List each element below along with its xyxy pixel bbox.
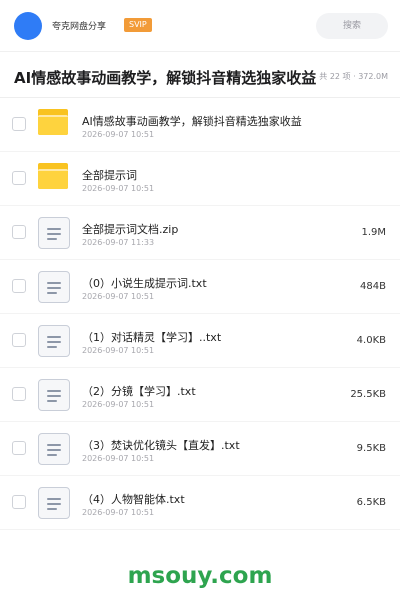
file-name[interactable]: （2）分镜【学习】.txt — [82, 383, 196, 399]
folder-icon — [38, 109, 70, 139]
file-row[interactable]: （2）分镜【学习】.txt 2026-09-07 10:51 25.5KB — [0, 368, 400, 422]
file-name[interactable]: 全部提示词 — [82, 167, 137, 183]
file-size: 25.5KB — [350, 389, 386, 400]
file-row[interactable]: 全部提示词文档.zip 2026-09-07 11:33 1.9M — [0, 206, 400, 260]
document-icon — [38, 325, 70, 357]
file-row[interactable]: （3）焚诀优化镜头【直发】.txt 2026-09-07 10:51 9.5KB — [0, 422, 400, 476]
file-date: 2026-09-07 10:51 — [82, 400, 155, 409]
file-date: 2026-09-07 10:51 — [82, 454, 155, 463]
svip-badge: SVIP — [124, 18, 152, 32]
avatar[interactable] — [14, 12, 42, 40]
file-date: 2026-09-07 10:51 — [82, 130, 155, 139]
header: 夸克网盘分享 SVIP 搜索 — [0, 0, 400, 52]
file-name[interactable]: （3）焚诀优化镜头【直发】.txt — [82, 437, 240, 453]
document-icon — [38, 379, 70, 411]
folder-icon — [38, 163, 70, 193]
document-icon — [38, 487, 70, 519]
page-title: AI情感故事动画教学，解锁抖音精选独家收益 — [14, 69, 317, 87]
file-row[interactable]: （1）对话精灵【学习】..txt 2026-09-07 10:51 4.0KB — [0, 314, 400, 368]
file-name[interactable]: （1）对话精灵【学习】..txt — [82, 329, 221, 345]
file-row[interactable]: （0）小说生成提示词.txt 2026-09-07 10:51 484B — [0, 260, 400, 314]
file-size: 1.9M — [361, 227, 386, 238]
file-date: 2026-09-07 10:51 — [82, 508, 155, 517]
file-list: AI情感故事动画教学，解锁抖音精选独家收益 2026-09-07 10:51 全… — [0, 98, 400, 530]
file-size: 484B — [360, 281, 386, 292]
file-name[interactable]: （0）小说生成提示词.txt — [82, 275, 207, 291]
file-date: 2026-09-07 11:33 — [82, 238, 155, 247]
row-checkbox[interactable] — [12, 495, 26, 509]
file-row[interactable]: 全部提示词 2026-09-07 10:51 — [0, 152, 400, 206]
file-date: 2026-09-07 10:51 — [82, 346, 155, 355]
watermark: msouy.com — [127, 563, 273, 589]
share-meta: 共 22 项 · 372.0M — [317, 71, 388, 82]
row-checkbox[interactable] — [12, 279, 26, 293]
file-name[interactable]: 全部提示词文档.zip — [82, 221, 178, 237]
search-button[interactable]: 搜索 — [316, 13, 388, 39]
file-size: 4.0KB — [356, 335, 386, 346]
row-checkbox[interactable] — [12, 333, 26, 347]
file-row[interactable]: （4）人物智能体.txt 2026-09-07 10:51 6.5KB — [0, 476, 400, 530]
row-checkbox[interactable] — [12, 441, 26, 455]
row-checkbox[interactable] — [12, 117, 26, 131]
file-date: 2026-09-07 10:51 — [82, 184, 155, 193]
row-checkbox[interactable] — [12, 387, 26, 401]
document-icon — [38, 217, 70, 249]
row-checkbox[interactable] — [12, 171, 26, 185]
file-row[interactable]: AI情感故事动画教学，解锁抖音精选独家收益 2026-09-07 10:51 — [0, 98, 400, 152]
file-name[interactable]: （4）人物智能体.txt — [82, 491, 185, 507]
file-date: 2026-09-07 10:51 — [82, 292, 155, 301]
file-size: 6.5KB — [356, 497, 386, 508]
row-checkbox[interactable] — [12, 225, 26, 239]
document-icon — [38, 271, 70, 303]
brand-name: 夸克网盘分享 — [52, 22, 107, 32]
file-size: 9.5KB — [356, 443, 386, 454]
share-title-row: AI情感故事动画教学，解锁抖音精选独家收益 共 22 项 · 372.0M — [0, 52, 400, 98]
document-icon — [38, 433, 70, 465]
file-name[interactable]: AI情感故事动画教学，解锁抖音精选独家收益 — [82, 113, 302, 129]
